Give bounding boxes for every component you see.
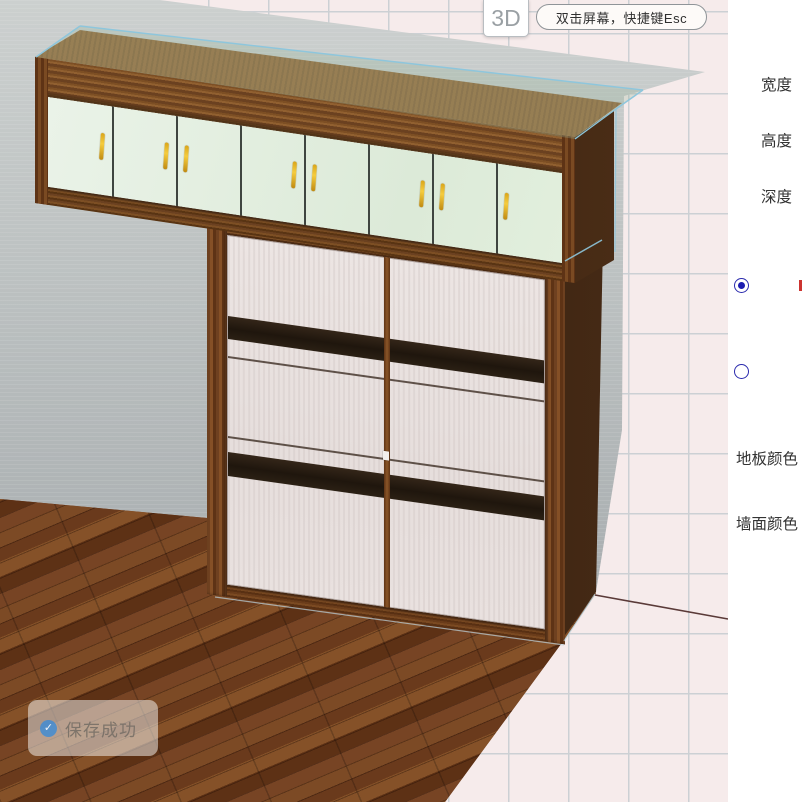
- viewport-hint: 双击屏幕，快捷键Esc: [536, 4, 707, 30]
- wall-color-label: 墙面颜色: [736, 512, 798, 534]
- toast-text: 保存成功: [65, 716, 137, 741]
- door-seam: [112, 106, 114, 196]
- sliding-door-wardrobe[interactable]: [207, 214, 565, 644]
- cabinet-handle[interactable]: [99, 133, 105, 161]
- door-stripe: [388, 474, 544, 520]
- door-divider: [384, 257, 390, 608]
- cabinet-right-stile: [562, 135, 575, 283]
- door-seam: [496, 163, 498, 253]
- sliding-door-handle[interactable]: [383, 451, 389, 461]
- door-seam: [176, 116, 178, 206]
- sliding-door-left[interactable]: [227, 235, 387, 607]
- cabinet-handle[interactable]: [503, 193, 509, 221]
- door-seam: [240, 125, 242, 215]
- depth-label: 深度: [761, 185, 792, 207]
- door-seam: [368, 144, 370, 234]
- cabinet-left-stile: [35, 57, 48, 205]
- cabinet-handle[interactable]: [419, 180, 425, 208]
- sliding-door-right[interactable]: [387, 257, 545, 629]
- save-toast: ✓ 保存成功: [28, 700, 158, 756]
- properties-panel: 宽度 高度 深度 地板颜色 墙面颜色: [728, 0, 802, 802]
- wardrobe-left-stile: [207, 214, 227, 597]
- cabinet-handle[interactable]: [439, 183, 445, 211]
- radio-option-unselected[interactable]: [734, 364, 749, 379]
- door-line: [388, 378, 544, 401]
- door-seam: [432, 154, 434, 244]
- cabinet-handle[interactable]: [183, 145, 189, 173]
- door-stripe: [388, 338, 544, 383]
- 3d-viewport[interactable]: 3D 双击屏幕，快捷键Esc ✓ 保存成功: [0, 0, 802, 802]
- cabinet-handle[interactable]: [163, 142, 169, 170]
- width-label: 宽度: [761, 73, 792, 95]
- check-icon: ✓: [40, 720, 57, 737]
- door-line: [228, 356, 386, 380]
- radio-option-selected[interactable]: [734, 278, 749, 293]
- door-stripe: [228, 452, 386, 499]
- floor-color-label: 地板颜色: [736, 447, 798, 469]
- door-stripe: [228, 316, 386, 361]
- cabinet-handle[interactable]: [311, 164, 317, 192]
- door-seam: [304, 135, 306, 225]
- wardrobe-right-stile: [545, 262, 565, 645]
- cabinet-handle[interactable]: [291, 161, 297, 189]
- height-label: 高度: [761, 129, 792, 151]
- view-mode-badge[interactable]: 3D: [483, 0, 529, 37]
